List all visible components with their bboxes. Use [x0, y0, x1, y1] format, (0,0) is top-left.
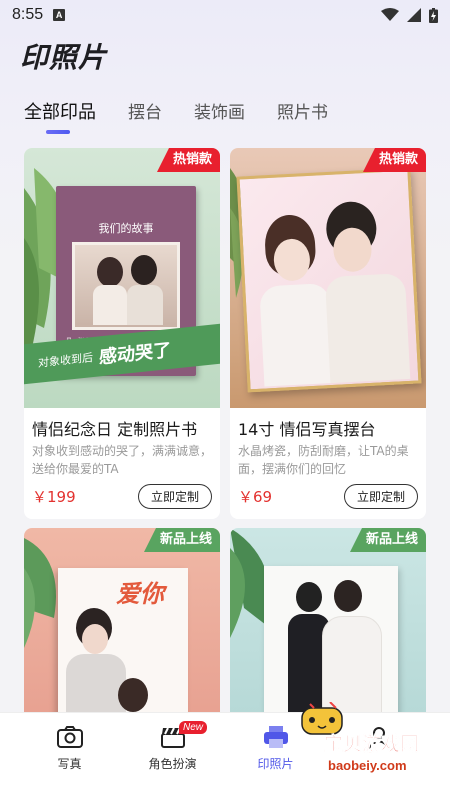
cover-photo — [72, 242, 180, 330]
product-image: 新品上线 — [230, 528, 426, 728]
wifi-icon — [381, 8, 399, 21]
product-card[interactable]: 热销款 14寸 情侣写真摆台 水晶烤瓷，防刮耐磨，让TA的桌面，摆满你们的回忆 … — [230, 148, 426, 519]
svg-text:baobeiy.com: baobeiy.com — [328, 758, 407, 773]
camera-icon — [56, 726, 83, 748]
order-button[interactable]: 立即定制 — [343, 484, 418, 509]
status-icons — [381, 7, 438, 23]
product-title: 情侣纪念日 定制照片书 — [32, 420, 198, 439]
cover-title: 爱你 — [116, 580, 164, 608]
status-time: 8:55 — [12, 6, 44, 23]
nav-item-photo[interactable]: 写真 — [18, 713, 121, 800]
tab-stand[interactable]: 摆台 — [128, 98, 162, 134]
category-tabs: 全部印品 摆台 装饰画 照片书 — [24, 98, 360, 134]
watermark: 宝贝游戏网 baobeiy.com — [298, 701, 440, 778]
tab-all[interactable]: 全部印品 — [24, 98, 96, 134]
order-button[interactable]: 立即定制 — [137, 484, 212, 509]
product-card[interactable]: 爱你 新品上线 — [24, 528, 220, 728]
tab-decor[interactable]: 装饰画 — [194, 98, 245, 134]
product-price: ￥69 — [238, 488, 273, 506]
cover-title: 我们的故事 — [98, 222, 154, 235]
status-bar: 8:55 A — [0, 0, 450, 30]
battery-icon — [429, 7, 438, 23]
notification-icon: A — [53, 9, 66, 21]
tab-photobook[interactable]: 照片书 — [277, 98, 328, 134]
signal-icon — [407, 8, 421, 22]
nav-label: 印照片 — [257, 757, 294, 771]
nav-item-roleplay[interactable]: New 角色扮演 — [121, 713, 224, 800]
product-image: 热销款 — [230, 148, 426, 408]
photobook-cover: 爱你 — [58, 568, 188, 728]
new-badge: 新品上线 — [143, 528, 220, 552]
product-desc: 对象收到感动的哭了，满满诚意，送给你最爱的TA — [32, 444, 213, 476]
product-title: 14寸 情侣写真摆台 — [238, 420, 376, 439]
printer-icon — [263, 726, 288, 748]
product-desc: 水晶烤瓷，防刮耐磨，让TA的桌面，摆满你们的回忆 — [238, 444, 409, 476]
page-title: 印照片 — [20, 41, 108, 74]
watermark-logo: 宝贝游戏网 baobeiy.com — [301, 701, 419, 773]
product-card[interactable]: 我们的故事 是一张照片中的温柔，也是一首诗的开始…… 对象收到后 感动哭了 热销… — [24, 148, 220, 519]
nav-label: 写真 — [57, 757, 82, 771]
new-badge: 新品上线 — [349, 528, 426, 552]
product-image: 我们的故事 是一张照片中的温柔，也是一首诗的开始…… 对象收到后 感动哭了 热销… — [24, 148, 220, 408]
nav-label: 角色扮演 — [148, 757, 197, 771]
photo-stand — [236, 167, 422, 393]
product-image: 爱你 新品上线 — [24, 528, 220, 728]
svg-text:宝贝游戏网: 宝贝游戏网 — [324, 732, 419, 755]
new-badge: New — [179, 721, 208, 734]
product-price: ￥199 — [32, 488, 76, 506]
product-card[interactable]: 新品上线 — [230, 528, 426, 728]
